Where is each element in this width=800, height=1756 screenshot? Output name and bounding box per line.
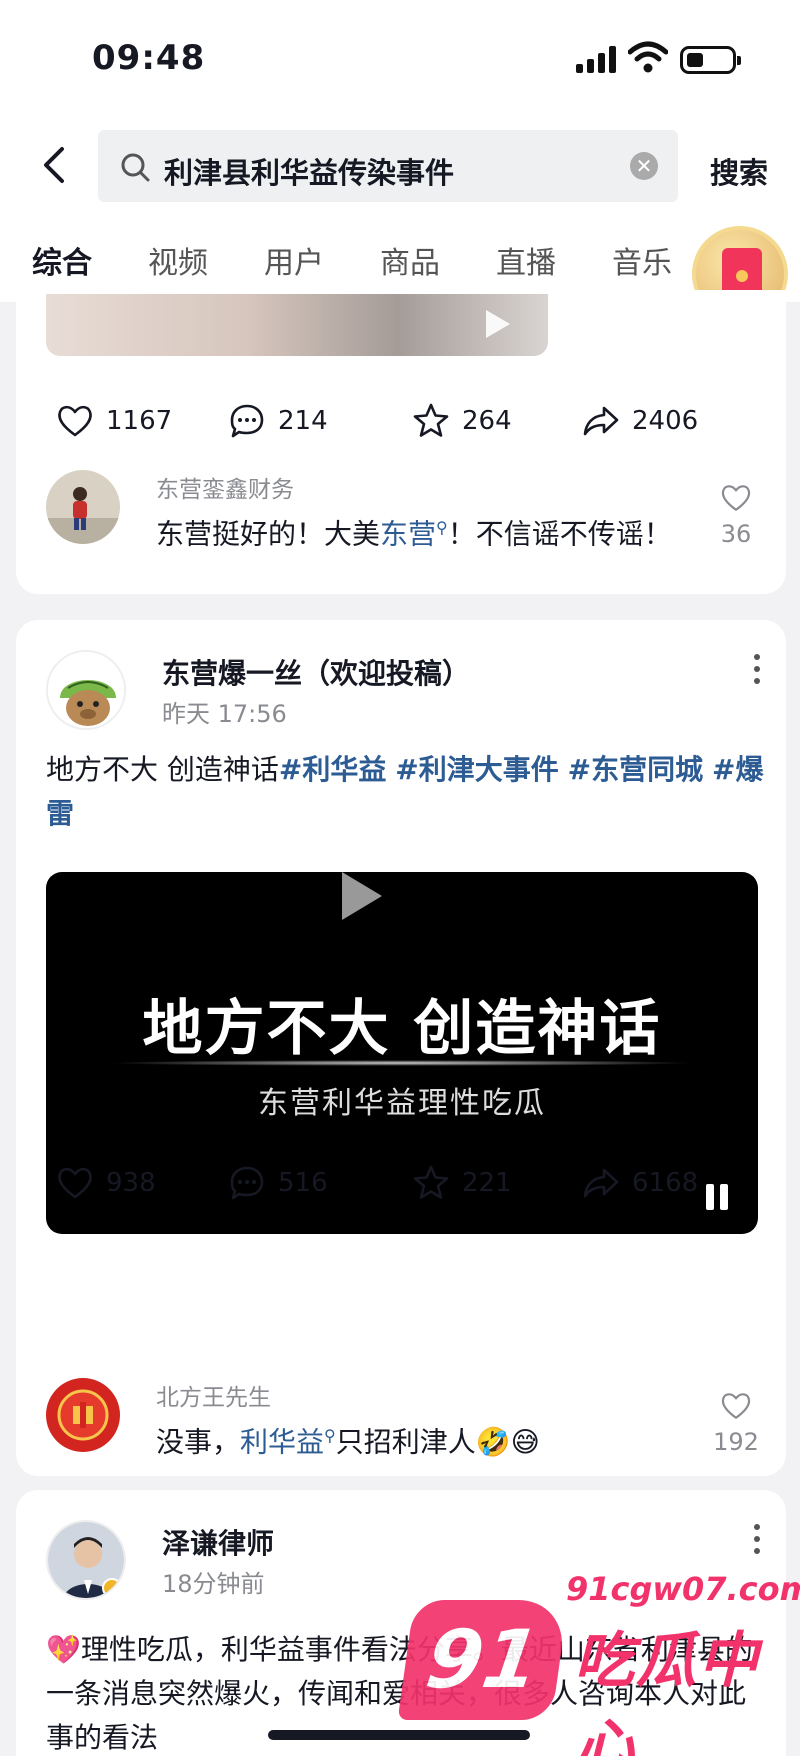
tab-music[interactable]: 音乐 <box>612 238 672 282</box>
comment-author[interactable]: 东营銮鑫财务 <box>156 470 294 504</box>
comment-button[interactable]: 214 <box>228 396 328 446</box>
clear-icon[interactable]: ✕ <box>630 152 658 180</box>
post-time: 昨天 17:56 <box>162 700 287 728</box>
top-comment[interactable]: 北方王先生 没事，利华益⚲只招利津人🤣😅 192 <box>46 1378 766 1468</box>
comment-text: 没事，利华益⚲只招利津人🤣😅 <box>156 1425 540 1459</box>
search-link[interactable]: 东营 <box>380 517 436 550</box>
hashtag[interactable]: #利华益 <box>279 753 386 786</box>
signal-icon <box>576 45 618 73</box>
play-icon <box>342 872 382 920</box>
favorite-count: 264 <box>462 406 512 436</box>
hashtag[interactable]: #利津大事件 <box>395 753 558 786</box>
search-button[interactable]: 搜索 <box>710 150 768 192</box>
tab-products[interactable]: 商品 <box>380 238 440 282</box>
play-icon <box>486 310 510 338</box>
avatar[interactable] <box>46 1520 126 1600</box>
tab-users[interactable]: 用户 <box>264 238 324 282</box>
watermark-badge: 91 <box>397 1600 569 1720</box>
comment-like-button[interactable]: 192 <box>706 1390 766 1456</box>
comment-count: 214 <box>278 406 328 436</box>
search-icon <box>121 153 150 182</box>
video-thumbnail[interactable] <box>46 294 548 356</box>
post-header: 东营爆一丝（欢迎投稿） 昨天 17:56 <box>46 644 766 734</box>
star-icon <box>413 1165 449 1199</box>
action-bar: 938 516 221 6168 <box>16 1158 786 1208</box>
post-author[interactable]: 东营爆一丝（欢迎投稿） <box>162 652 470 692</box>
comment-like-button[interactable]: 36 <box>706 482 766 548</box>
status-bar: 09:48 <box>0 0 800 110</box>
heart-icon <box>721 1393 751 1419</box>
like-button[interactable]: 1167 <box>56 396 172 446</box>
search-link[interactable]: 利华益 <box>240 1425 324 1458</box>
more-icon[interactable] <box>752 654 762 690</box>
tab-live[interactable]: 直播 <box>496 238 556 282</box>
comment-count: 516 <box>278 1168 328 1198</box>
heart-icon <box>58 1167 92 1199</box>
home-indicator <box>268 1730 530 1740</box>
post-card: 东营爆一丝（欢迎投稿） 昨天 17:56 地方不大 创造神话#利华益 #利津大事… <box>16 620 786 1476</box>
like-count: 938 <box>106 1168 156 1198</box>
star-icon <box>413 403 449 437</box>
watermark-text: 吃瓜中心 <box>574 1626 760 1756</box>
top-comment[interactable]: 东营銮鑫财务 东营挺好的！大美东营⚲！不信谣不传谣！ 36 <box>46 470 766 580</box>
watermark-url: 91cgw07.com <box>566 1570 800 1608</box>
comment-icon <box>230 404 264 438</box>
wifi-icon <box>628 41 668 73</box>
comment-like-count: 36 <box>720 520 752 548</box>
status-time: 09:48 <box>92 38 206 78</box>
comment-like-count: 192 <box>713 1428 759 1456</box>
favorite-button[interactable]: 221 <box>412 1158 512 1208</box>
post-text: 地方不大 创造神话#利华益 #利津大事件 #东营同城 #爆雷 <box>46 753 764 830</box>
search-mini-icon: ⚲ <box>436 518 448 537</box>
action-bar: 1167 214 264 2406 <box>16 396 786 446</box>
tab-video[interactable]: 视频 <box>148 238 208 282</box>
more-icon[interactable] <box>752 1524 762 1560</box>
search-header: 利津县利华益传染事件 ✕ 搜索 <box>0 110 800 220</box>
favorite-button[interactable]: 264 <box>412 396 512 446</box>
search-input[interactable]: 利津县利华益传染事件 ✕ <box>98 130 678 202</box>
post-time: 18分钟前 <box>162 1570 265 1598</box>
post-author[interactable]: 泽谦律师 <box>162 1522 274 1562</box>
share-count: 6168 <box>632 1168 699 1198</box>
video-subtitle: 东营利华益理性吃瓜 <box>258 1086 546 1121</box>
tab-all[interactable]: 综合 <box>32 238 92 282</box>
search-mini-icon: ⚲ <box>324 1426 336 1445</box>
share-button[interactable]: 6168 <box>582 1158 698 1208</box>
battery-icon <box>680 46 741 74</box>
video-title: 地方不大 创造神话 <box>142 994 662 1064</box>
share-icon <box>583 1168 619 1198</box>
comment-author[interactable]: 北方王先生 <box>156 1378 271 1412</box>
post-card: 1167 214 264 2406 东营銮鑫财务 东营挺好的！大美东营⚲！不信谣… <box>16 290 786 594</box>
share-button[interactable]: 2406 <box>582 396 698 446</box>
heart-icon <box>721 485 751 511</box>
avatar[interactable] <box>46 1378 120 1452</box>
comment-button[interactable]: 516 <box>228 1158 328 1208</box>
favorite-count: 221 <box>462 1168 512 1198</box>
avatar[interactable] <box>46 650 126 730</box>
like-button[interactable]: 938 <box>56 1158 156 1208</box>
comment-icon <box>230 1166 264 1200</box>
share-icon <box>583 406 619 436</box>
hashtag[interactable]: #东营同城 <box>568 753 703 786</box>
heart-icon <box>58 405 92 437</box>
comment-text: 东营挺好的！大美东营⚲！不信谣不传谣！ <box>156 517 672 551</box>
search-value: 利津县利华益传染事件 <box>164 156 455 190</box>
share-count: 2406 <box>632 406 699 436</box>
back-chevron-icon[interactable] <box>36 145 76 185</box>
like-count: 1167 <box>106 406 173 436</box>
video-glow <box>106 1060 696 1066</box>
avatar[interactable] <box>46 470 120 544</box>
